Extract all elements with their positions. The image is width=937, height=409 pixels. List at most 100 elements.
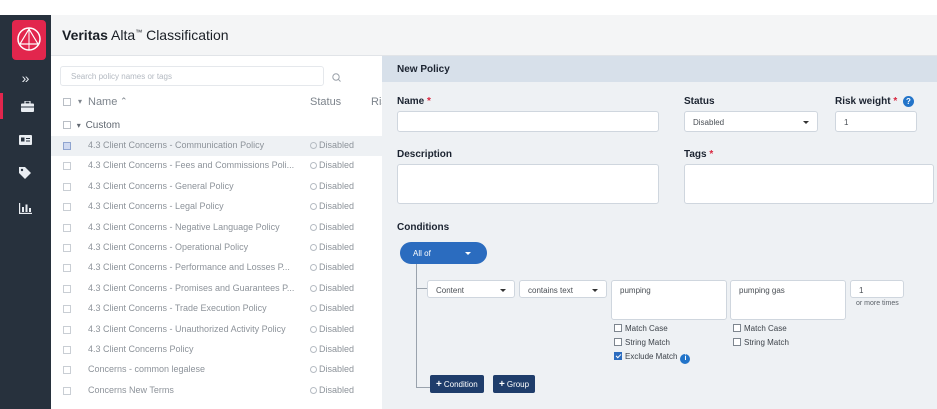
policy-name: 4.3 Client Concerns - Trade Execution Po… [88, 303, 267, 314]
row-checkbox[interactable] [63, 203, 71, 212]
match-case-checkbox[interactable]: Match Case [614, 324, 668, 333]
status-dot-icon [310, 142, 317, 149]
group-checkbox[interactable] [63, 121, 71, 129]
search-icon[interactable] [325, 70, 349, 86]
occurrence-count-value: 1 [859, 286, 864, 295]
string-match-checkbox[interactable]: String Match [614, 338, 670, 347]
reports-nav-button[interactable] [0, 195, 51, 221]
condition-operator-select[interactable]: contains text [519, 280, 607, 298]
table-row[interactable]: Concerns - common legalese Disabled [51, 360, 382, 380]
info-icon[interactable]: i [680, 354, 691, 364]
description-label: Description [397, 149, 453, 160]
risk-weight-input[interactable]: 1 [835, 111, 917, 132]
condition-operator-value: contains text [528, 286, 573, 295]
policy-status: Disabled [310, 324, 354, 334]
row-checkbox[interactable] [63, 305, 71, 314]
checkbox-box[interactable] [614, 324, 622, 332]
policy-status: Disabled [310, 385, 354, 395]
table-row[interactable]: 4.3 Client Concerns - Trade Execution Po… [51, 299, 382, 319]
add-condition-button[interactable]: + Condition [430, 375, 484, 393]
help-icon[interactable]: ? [903, 96, 914, 107]
id-card-nav-button[interactable] [0, 127, 51, 153]
status-dot-icon [310, 305, 317, 313]
row-checkbox[interactable] [63, 386, 71, 395]
condition-exception-textarea[interactable]: pumping gas [730, 280, 846, 320]
required-marker: * [893, 96, 898, 107]
name-column-header[interactable]: Name [88, 96, 117, 108]
required-marker: * [427, 96, 431, 107]
logo-mark-icon [17, 27, 41, 51]
add-group-button[interactable]: + Group [493, 375, 536, 393]
policy-status: Disabled [310, 160, 354, 170]
policy-name: Concerns New Terms [88, 384, 174, 395]
row-checkbox[interactable] [63, 244, 71, 252]
table-row[interactable]: 4.3 Client Concerns - Communication Poli… [51, 136, 382, 156]
table-row[interactable]: 4.3 Client Concerns - Promises and Guara… [51, 279, 382, 299]
search-input[interactable]: Search policy names or tags [60, 66, 341, 86]
table-row[interactable]: 4.3 Client Concerns - General Policy Disa… [51, 177, 382, 197]
caret-down-icon[interactable]: ▾ [78, 97, 82, 106]
row-checkbox[interactable] [63, 223, 71, 232]
tags-input[interactable] [684, 164, 934, 204]
table-row[interactable]: 4.3 Client Concerns - Operational Policy… [51, 238, 382, 258]
row-checkbox[interactable] [63, 366, 71, 375]
checkbox-box[interactable] [733, 338, 741, 346]
policy-name: 4.3 Client Concerns - Communication Poli… [88, 140, 265, 150]
condition-value-textarea[interactable]: pumping [611, 280, 727, 320]
table-row[interactable]: 4.3 Client Concerns - Negative Language … [51, 218, 382, 238]
policy-name: 4.3 Client Concerns - Unauthorized Activ… [88, 323, 286, 334]
row-checkbox[interactable] [63, 346, 71, 354]
select-all-checkbox[interactable] [63, 98, 71, 106]
operator-dropdown[interactable]: All of [400, 242, 487, 264]
description-textarea[interactable] [397, 164, 659, 204]
table-row[interactable]: 4.3 Client Concerns - Performance and Lo… [51, 258, 382, 278]
row-checkbox[interactable] [63, 264, 71, 273]
group-custom[interactable]: ▾ Custom [60, 120, 120, 131]
occurrence-count-input[interactable]: 1 [850, 280, 904, 298]
table-row[interactable]: Concerns New Terms Disabled [51, 381, 382, 401]
row-checkbox[interactable] [63, 142, 71, 150]
policy-name: 4.3 Client Concerns Policy [88, 344, 194, 354]
exclude-match-checkbox[interactable]: Exclude Match i [614, 352, 691, 364]
policy-list-panel: Search policy names or tags ▾ Name ⌃ Sta… [51, 56, 382, 409]
bar-chart-icon [19, 202, 32, 214]
exception-string-match-checkbox[interactable]: String Match [733, 338, 789, 347]
row-checkbox[interactable] [63, 284, 71, 293]
status-value: Disabled [693, 118, 725, 127]
exception-match-case-checkbox[interactable]: Match Case [733, 324, 787, 333]
status-dot-icon [310, 264, 317, 272]
table-row[interactable]: 4.3 Client Concerns - Unauthorized Activ… [51, 320, 382, 340]
sort-asc-icon[interactable]: ⌃ [120, 96, 128, 107]
required-marker: * [709, 149, 714, 160]
policy-status: Disabled [310, 242, 354, 252]
policy-name: 4.3 Client Concerns - Fees and Commissio… [88, 160, 295, 171]
table-row[interactable]: 4.3 Client Concerns - Legal Policy Disabl… [51, 197, 382, 217]
tags-nav-button[interactable] [0, 160, 51, 186]
status-column-header[interactable]: Status [310, 96, 341, 108]
operator-value: All of [413, 249, 431, 258]
top-bar: Veritas Alta™ Classification [51, 15, 937, 56]
checkbox-box[interactable] [614, 338, 622, 346]
risk-column-header[interactable]: Ris [371, 96, 382, 108]
status-select[interactable]: Disabled [684, 111, 818, 132]
policies-nav-button[interactable] [0, 93, 51, 119]
status-dot-icon [310, 284, 317, 292]
table-row[interactable]: 4.3 Client Concerns Policy Disabled [51, 340, 382, 360]
search-placeholder: Search policy names or tags [71, 72, 172, 81]
policy-status: Disabled [310, 344, 354, 354]
row-checkbox[interactable] [63, 162, 71, 171]
table-row[interactable]: 4.3 Client Concerns - Fees and Commissio… [51, 156, 382, 176]
name-input[interactable] [397, 111, 659, 132]
veritas-logo [12, 20, 46, 60]
expand-sidebar-button[interactable]: » [0, 65, 51, 91]
checkbox-checked[interactable] [614, 352, 622, 360]
checkbox-box[interactable] [733, 324, 741, 332]
condition-field-select[interactable]: Content [427, 280, 515, 298]
policy-status: Disabled [310, 181, 354, 191]
row-checkbox[interactable] [63, 325, 71, 334]
status-dot-icon [310, 366, 317, 374]
group-label: Custom [85, 120, 121, 131]
row-checkbox[interactable] [63, 182, 71, 191]
risk-weight-label: Risk weight * [835, 96, 898, 107]
policy-name: 4.3 Client Concerns - Operational Policy [88, 242, 249, 252]
